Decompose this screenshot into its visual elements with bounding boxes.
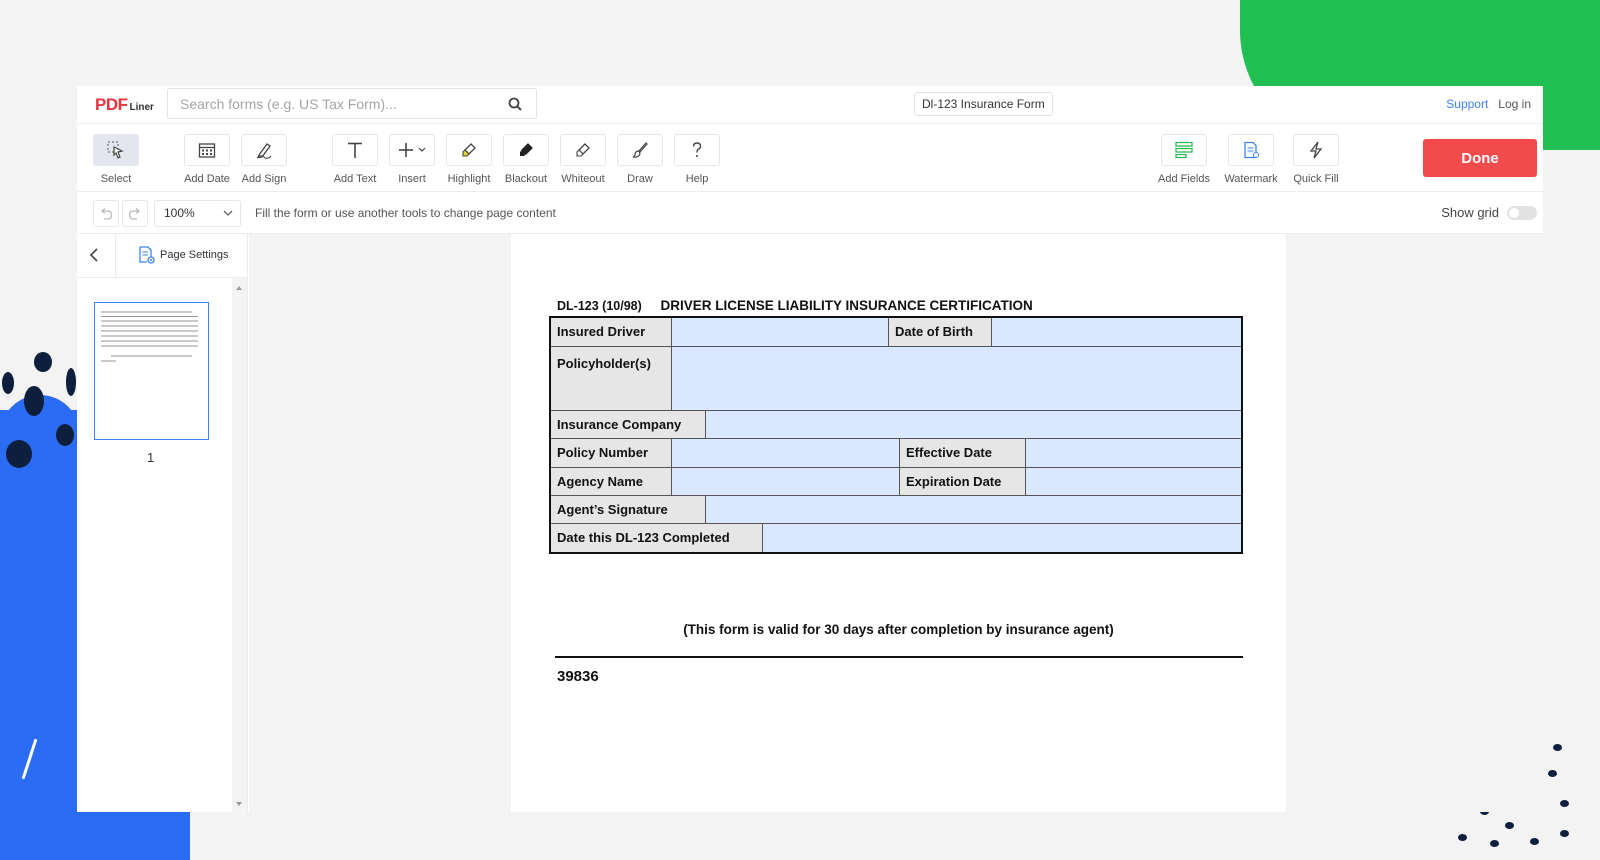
eraser-icon: [576, 143, 590, 157]
highlight-tool[interactable]: Highlight: [440, 134, 498, 185]
expiration-date-field[interactable]: [1026, 468, 1241, 495]
insert-tool[interactable]: Insert: [383, 134, 441, 185]
question-mark-icon: [692, 142, 702, 157]
policy-number-field[interactable]: [672, 439, 900, 467]
form-title: DRIVER LICENSE LIABILITY INSURANCE CERTI…: [660, 298, 1033, 313]
policy-number-label: Policy Number: [551, 439, 672, 467]
form-code: DL-123 (10/98): [557, 299, 642, 313]
text-t-icon: [348, 142, 362, 158]
insurance-company-field[interactable]: [706, 411, 1241, 438]
show-grid-toggle[interactable]: [1507, 205, 1537, 220]
search-input[interactable]: [180, 95, 490, 112]
date-of-birth-field[interactable]: [992, 318, 1241, 346]
support-link[interactable]: Support: [1446, 97, 1488, 111]
agents-signature-label: Agent’s Signature: [551, 496, 706, 523]
search-box: [167, 88, 537, 119]
show-grid-label: Show grid: [1441, 205, 1499, 220]
decorative-spot: [24, 386, 44, 416]
lightning-icon: [1309, 141, 1323, 159]
chevron-down-icon: [223, 210, 233, 216]
whiteout-tool[interactable]: Whiteout: [554, 134, 612, 185]
decorative-spot: [2, 372, 14, 394]
login-link[interactable]: Log in: [1498, 97, 1531, 111]
page-number: 1: [147, 450, 155, 465]
effective-date-label: Effective Date: [900, 439, 1026, 467]
expiration-date-label: Expiration Date: [900, 468, 1026, 495]
effective-date-field[interactable]: [1026, 439, 1241, 467]
chevron-left-icon[interactable]: [87, 247, 101, 263]
zoom-select[interactable]: 100%: [154, 200, 241, 227]
pdfliner-logo[interactable]: PDF Liner: [95, 95, 154, 115]
redo-icon: [128, 207, 141, 220]
undo-button[interactable]: [93, 200, 119, 227]
top-bar: PDF Liner Dl-123 Insurance Form Support …: [77, 86, 1543, 124]
quick-fill-tool[interactable]: Quick Fill: [1287, 134, 1345, 185]
highlighter-icon: [462, 143, 476, 157]
add-date-tool[interactable]: Add Date: [178, 134, 236, 185]
document-canvas: DL-123 (10/98) DRIVER LICENSE LIABILITY …: [249, 234, 1543, 812]
decorative-spot: [6, 440, 32, 468]
insured-driver-label: Insured Driver: [551, 318, 672, 346]
divider-line: [555, 656, 1243, 658]
signature-pen-icon: [256, 143, 272, 159]
cursor-select-icon: [107, 141, 124, 159]
decorative-green-shape: [1410, 0, 1600, 60]
plus-dropdown-icon: [399, 143, 426, 157]
insured-driver-field[interactable]: [672, 318, 889, 346]
select-tool[interactable]: Select: [87, 134, 145, 185]
marker-black-icon: [520, 143, 533, 156]
editor-body: Page Settings 1 DL-123 (10/98) DRIVER LI…: [77, 234, 1543, 812]
blackout-tool[interactable]: Blackout: [497, 134, 555, 185]
draw-tool[interactable]: Draw: [611, 134, 669, 185]
help-tool[interactable]: Help: [668, 134, 726, 185]
agents-signature-field[interactable]: [706, 496, 1241, 523]
sidebar-scrollbar[interactable]: [232, 278, 247, 812]
form-heading: DL-123 (10/98) DRIVER LICENSE LIABILITY …: [557, 298, 1033, 313]
policyholders-label: Policyholder(s): [551, 347, 672, 410]
document-page: DL-123 (10/98) DRIVER LICENSE LIABILITY …: [511, 234, 1286, 812]
page-settings-button[interactable]: Page Settings: [138, 246, 229, 264]
date-completed-field[interactable]: [763, 524, 1241, 552]
policyholders-field[interactable]: [672, 347, 1241, 410]
decorative-spot: [66, 368, 76, 396]
redo-button[interactable]: [122, 200, 148, 227]
decorative-spot: [34, 352, 52, 372]
date-completed-label: Date this DL-123 Completed: [551, 524, 763, 552]
agency-name-field[interactable]: [672, 468, 900, 495]
page-settings-icon: [139, 246, 155, 264]
scroll-down-arrow-icon[interactable]: [236, 802, 242, 806]
document-title[interactable]: Dl-123 Insurance Form: [914, 92, 1053, 116]
editor-window: PDF Liner Dl-123 Insurance Form Support …: [77, 86, 1543, 812]
instruction-text: Fill the form or use another tools to ch…: [255, 206, 556, 220]
agency-name-label: Agency Name: [551, 468, 672, 495]
add-sign-tool[interactable]: Add Sign: [235, 134, 293, 185]
scroll-up-arrow-icon[interactable]: [236, 286, 242, 290]
page-thumbnail[interactable]: [94, 302, 209, 440]
watermark-doc-icon: [1244, 141, 1259, 159]
sub-toolbar: 100% Fill the form or use another tools …: [77, 192, 1543, 234]
pages-sidebar: Page Settings 1: [77, 234, 248, 812]
form-fields-icon: [1175, 141, 1193, 159]
date-of-birth-label: Date of Birth: [889, 318, 992, 346]
calendar-icon: [198, 143, 216, 158]
form-number: 39836: [557, 668, 599, 685]
toolbar: Select Add Date Add Sign Add Text Insert…: [77, 124, 1543, 192]
undo-icon: [100, 207, 113, 220]
add-fields-tool[interactable]: Add Fields: [1155, 134, 1213, 185]
brush-icon: [632, 142, 648, 158]
done-button[interactable]: Done: [1423, 139, 1537, 177]
add-text-tool[interactable]: Add Text: [326, 134, 384, 185]
validity-note: (This form is valid for 30 days after co…: [683, 622, 1114, 637]
certification-table: Insured Driver Date of Birth Policyholde…: [549, 316, 1243, 554]
insurance-company-label: Insurance Company: [551, 411, 706, 438]
watermark-tool[interactable]: Watermark: [1222, 134, 1280, 185]
search-icon[interactable]: [508, 97, 522, 111]
decorative-spot: [56, 424, 74, 446]
